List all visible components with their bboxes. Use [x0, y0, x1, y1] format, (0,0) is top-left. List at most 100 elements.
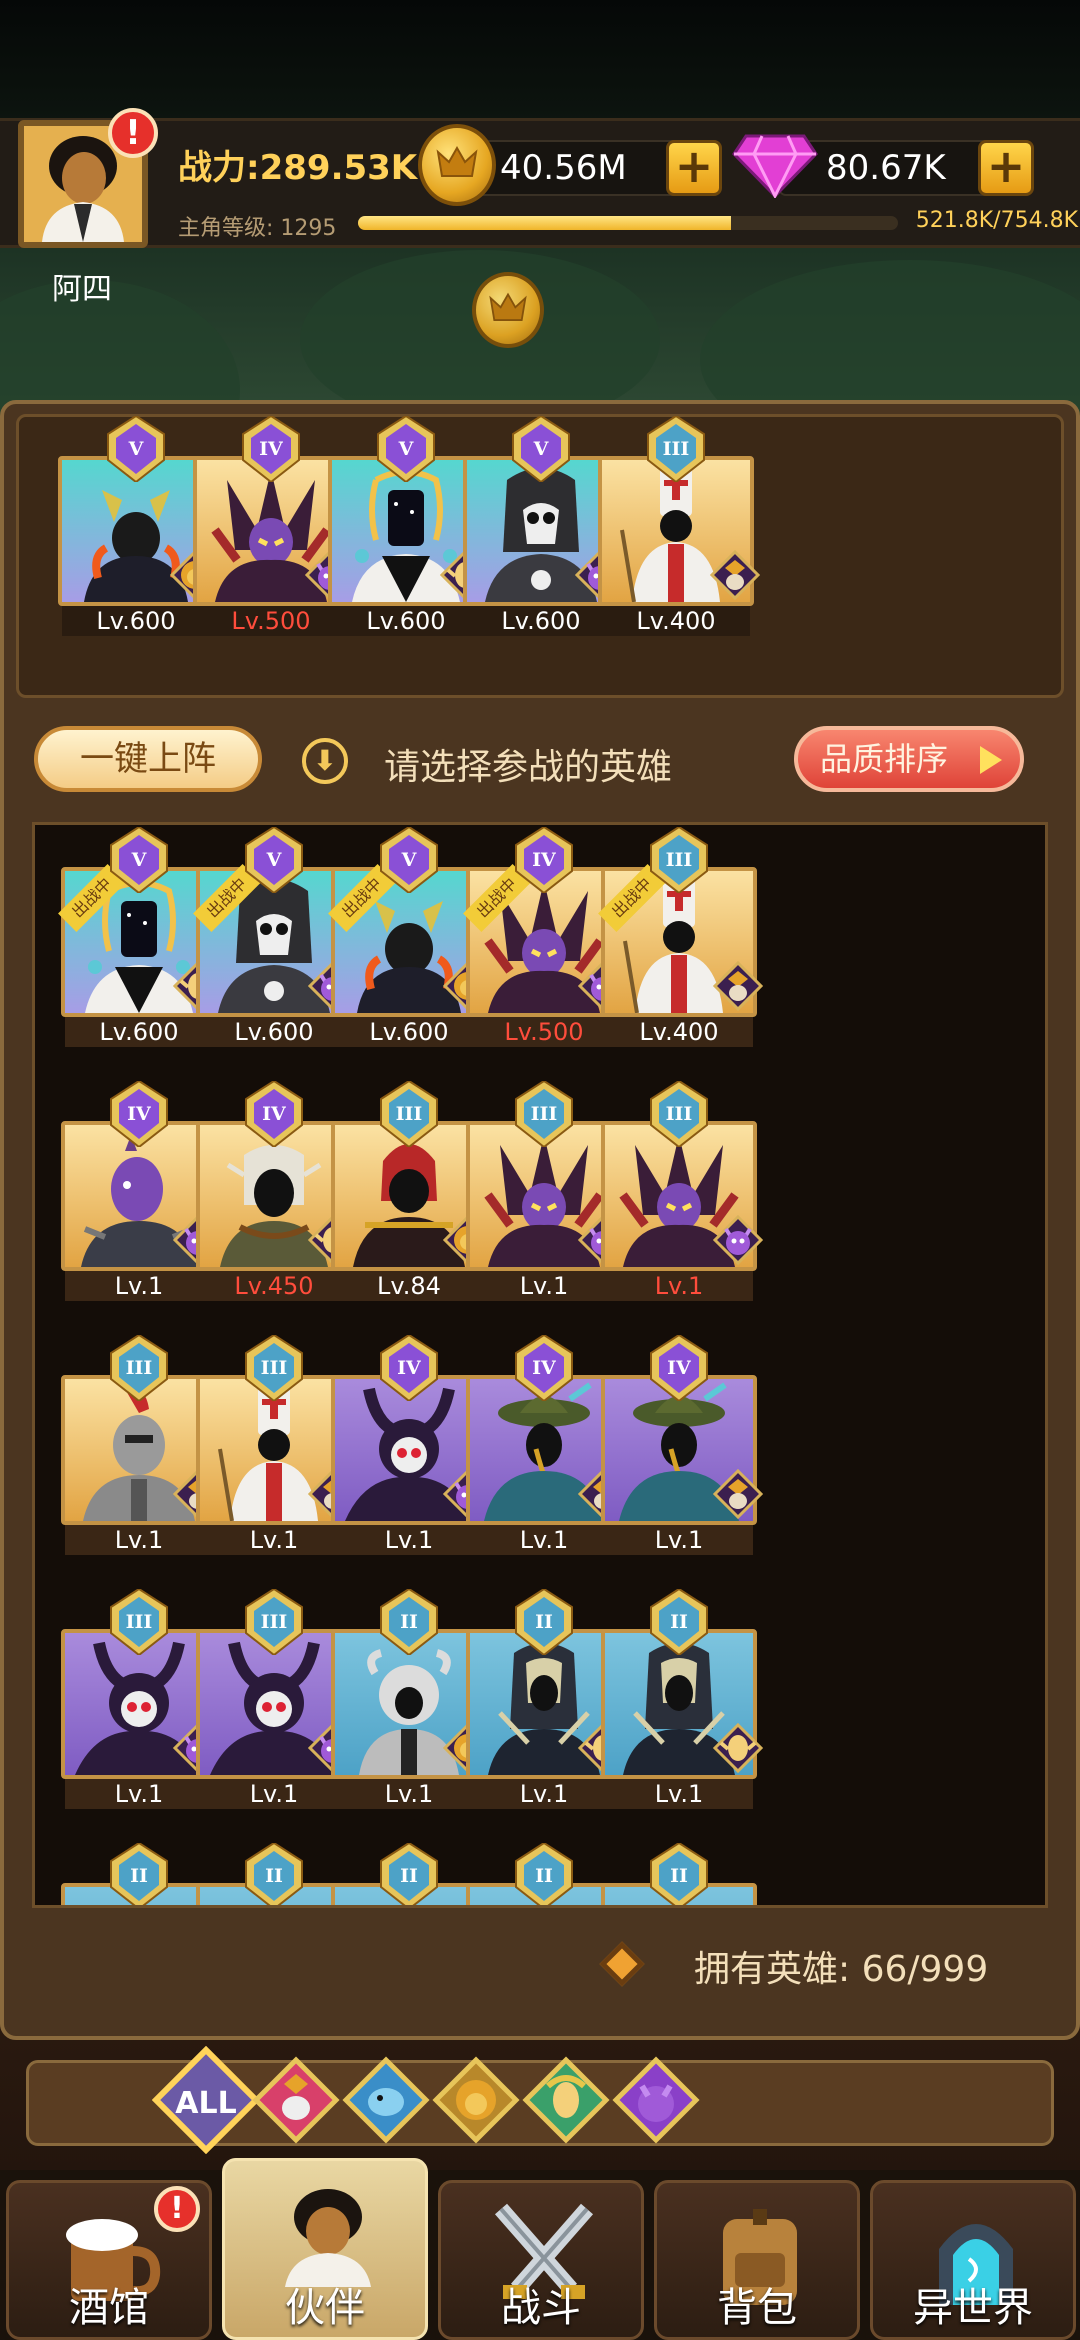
faction-elf-icon — [712, 1722, 764, 1774]
sort-label: 品质排序 — [820, 740, 949, 778]
roster-hero-card[interactable]: III Lv.1 — [466, 1079, 629, 1301]
hero-level: Lv.1 — [65, 1525, 213, 1555]
roster-hero-card[interactable]: II Lv.1 — [601, 1587, 764, 1809]
roster-hero-card[interactable]: 出战中 V Lv.600 — [328, 825, 494, 1047]
crown-coin-icon — [418, 124, 496, 206]
roster-hero-card[interactable]: 出战中 IV Lv.500 — [463, 825, 629, 1047]
hero-rank-badge: III — [649, 1079, 709, 1149]
hero-rank-badge: IV — [244, 1079, 304, 1149]
hero-rank-label: II — [400, 1865, 418, 1887]
hero-rank-label: IV — [397, 1357, 421, 1379]
roster-hero-card[interactable]: III Lv.1 — [601, 1079, 764, 1301]
roster-hero-card[interactable]: II — [331, 1841, 487, 1905]
hero-rank-label: V — [398, 438, 414, 460]
hero-level: Lv.450 — [200, 1271, 348, 1301]
hero-rank-label: IV — [532, 849, 556, 871]
floating-coin-icon[interactable] — [472, 272, 544, 348]
hero-rank-label: V — [131, 849, 147, 871]
faction-demon-icon — [712, 1214, 764, 1266]
hero-level: Lv.84 — [335, 1271, 483, 1301]
partner-icon — [285, 2189, 371, 2287]
roster-hero-card[interactable]: 出战中 V Lv.600 — [58, 825, 224, 1047]
hero-rank-label: III — [662, 438, 690, 460]
hero-rank-label: III — [260, 1357, 288, 1379]
roster-hero-card[interactable]: IV Lv.1 — [601, 1333, 764, 1555]
lineup_heroes-hero-card[interactable]: V Lv.600 — [58, 414, 221, 636]
add-gems-button[interactable]: + — [978, 140, 1034, 196]
lineup_heroes-hero-card[interactable]: IV Lv.500 — [193, 414, 356, 636]
hero-rank-label: II — [535, 1611, 553, 1633]
roster-hero-card[interactable]: II — [466, 1841, 622, 1905]
roster-hero-card[interactable]: II Lv.1 — [331, 1587, 494, 1809]
roster-hero-card[interactable]: III Lv.1 — [196, 1587, 359, 1809]
hero-rank-label: IV — [259, 438, 283, 460]
lineup_heroes-hero-card[interactable]: V Lv.600 — [328, 414, 491, 636]
roster-hero-card[interactable]: III Lv.1 — [196, 1333, 359, 1555]
hero-level: Lv.500 — [470, 1017, 618, 1047]
profile-alert-badge: ! — [108, 108, 158, 158]
roster-hero-card[interactable]: III Lv.84 — [331, 1079, 494, 1301]
hero-level: Lv.1 — [470, 1271, 618, 1301]
hero-rank-label: III — [125, 1611, 153, 1633]
roster-hero-card[interactable]: III Lv.1 — [61, 1333, 224, 1555]
hero-rank-label: IV — [532, 1357, 556, 1379]
hero-level: Lv.1 — [65, 1271, 213, 1301]
hero-level: Lv.1 — [470, 1525, 618, 1555]
hero-rank-label: II — [670, 1611, 688, 1633]
roster-hero-card[interactable]: II Lv.1 — [466, 1587, 629, 1809]
hero-rank-label: II — [670, 1865, 688, 1887]
lineup_heroes-hero-card[interactable]: V Lv.600 — [463, 414, 626, 636]
hero-rank-label: V — [266, 849, 282, 871]
hero-rank-badge: V — [244, 825, 304, 895]
roster-hero-card[interactable]: IV Lv.1 — [61, 1079, 224, 1301]
hero-level: Lv.600 — [332, 606, 480, 636]
xp-progress-fill — [358, 216, 731, 230]
hero-level: Lv.600 — [65, 1017, 213, 1047]
roster-hero-card[interactable]: II — [196, 1841, 352, 1905]
hero-rank-badge: IV — [109, 1079, 169, 1149]
lineup_heroes-hero-card[interactable]: III Lv.400 — [598, 414, 761, 636]
nav-tab-backpack[interactable]: 背包 — [654, 2180, 860, 2340]
roster-hero-card[interactable]: IV Lv.1 — [466, 1333, 629, 1555]
hero-faction-badge — [709, 549, 761, 601]
filter-demon-button[interactable] — [602, 2046, 710, 2154]
roster-hero-card[interactable]: III Lv.1 — [61, 1587, 224, 1809]
roster-hero-card[interactable]: IV Lv.450 — [196, 1079, 359, 1301]
nav-tab-crossed-swords[interactable]: 战斗 — [438, 2180, 644, 2340]
hero-rank-badge: III — [109, 1587, 169, 1657]
hero-level: Lv.1 — [65, 1779, 213, 1809]
tavern-alert-badge: ! — [154, 2186, 200, 2232]
nav-tab-label: 战斗 — [501, 2285, 581, 2331]
hero-level: Lv.1 — [470, 1779, 618, 1809]
demon-icon — [612, 2056, 700, 2144]
auto-deploy-button[interactable]: 一键上阵 — [34, 726, 262, 792]
player-name: 阿四 — [52, 272, 112, 307]
hero-rank-badge: II — [649, 1841, 709, 1905]
nav-tab-label: 异世界 — [913, 2285, 1033, 2331]
select-heroes-prompt: 请选择参战的英雄 — [384, 747, 673, 788]
hero-rank-badge: III — [379, 1079, 439, 1149]
hero-rank-badge: V — [511, 414, 571, 484]
hero-rank-label: II — [535, 1865, 553, 1887]
roster-hero-card[interactable]: 出战中 III Lv.400 — [598, 825, 764, 1047]
gem-amount: 80.67K — [826, 148, 946, 188]
faction-angel-icon — [712, 960, 764, 1012]
roster-hero-card[interactable]: II — [61, 1841, 217, 1905]
hero-rank-badge: II — [379, 1587, 439, 1657]
combat-power: 战力:289.53K — [178, 148, 418, 188]
hero-rank-badge: V — [109, 825, 169, 895]
quality-sort-button[interactable]: 品质排序 — [794, 726, 1024, 792]
nav-tab-partner[interactable]: 伙伴 — [222, 2158, 428, 2340]
roster-hero-card[interactable]: 出战中 V Lv.600 — [193, 825, 359, 1047]
roster-hero-card[interactable]: IV Lv.1 — [331, 1333, 494, 1555]
nav-tab-portal[interactable]: 异世界 — [870, 2180, 1076, 2340]
hero-roster-grid: 出战中 V Lv.600 出战中 V Lv.600 出战中 V Lv.600 出战中 IV Lv.50… — [32, 822, 1048, 1908]
hero-rank-badge: II — [244, 1841, 304, 1905]
hero-rank-label: III — [260, 1611, 288, 1633]
hero-rank-label: V — [128, 438, 144, 460]
hero-faction-badge — [712, 960, 764, 1012]
hero-rank-badge: III — [646, 414, 706, 484]
add-coins-button[interactable]: + — [666, 140, 722, 196]
hero-rank-badge: III — [514, 1079, 574, 1149]
roster-hero-card[interactable]: II — [601, 1841, 757, 1905]
